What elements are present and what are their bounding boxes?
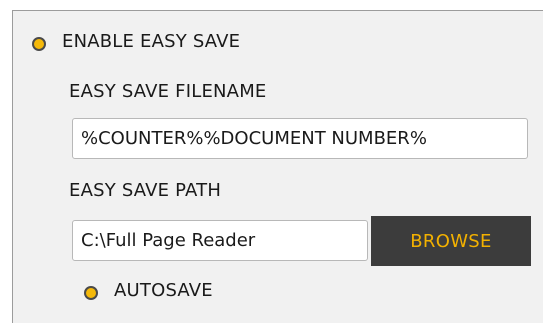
autosave-label: AUTOSAVE: [114, 280, 213, 301]
easy-save-filename-input[interactable]: %COUNTER%%DOCUMENT NUMBER%: [72, 118, 528, 159]
easy-save-filename-label: EASY SAVE FILENAME: [69, 81, 267, 102]
easy-save-panel: [12, 10, 543, 323]
browse-button[interactable]: BROWSE: [371, 216, 531, 266]
autosave-radio[interactable]: [84, 286, 98, 300]
browse-button-label: BROWSE: [410, 230, 492, 252]
easy-save-path-label: EASY SAVE PATH: [69, 180, 222, 201]
easy-save-path-input[interactable]: C:\Full Page Reader: [72, 220, 368, 261]
enable-easy-save-radio[interactable]: [32, 37, 46, 51]
enable-easy-save-label: ENABLE EASY SAVE: [62, 31, 241, 52]
